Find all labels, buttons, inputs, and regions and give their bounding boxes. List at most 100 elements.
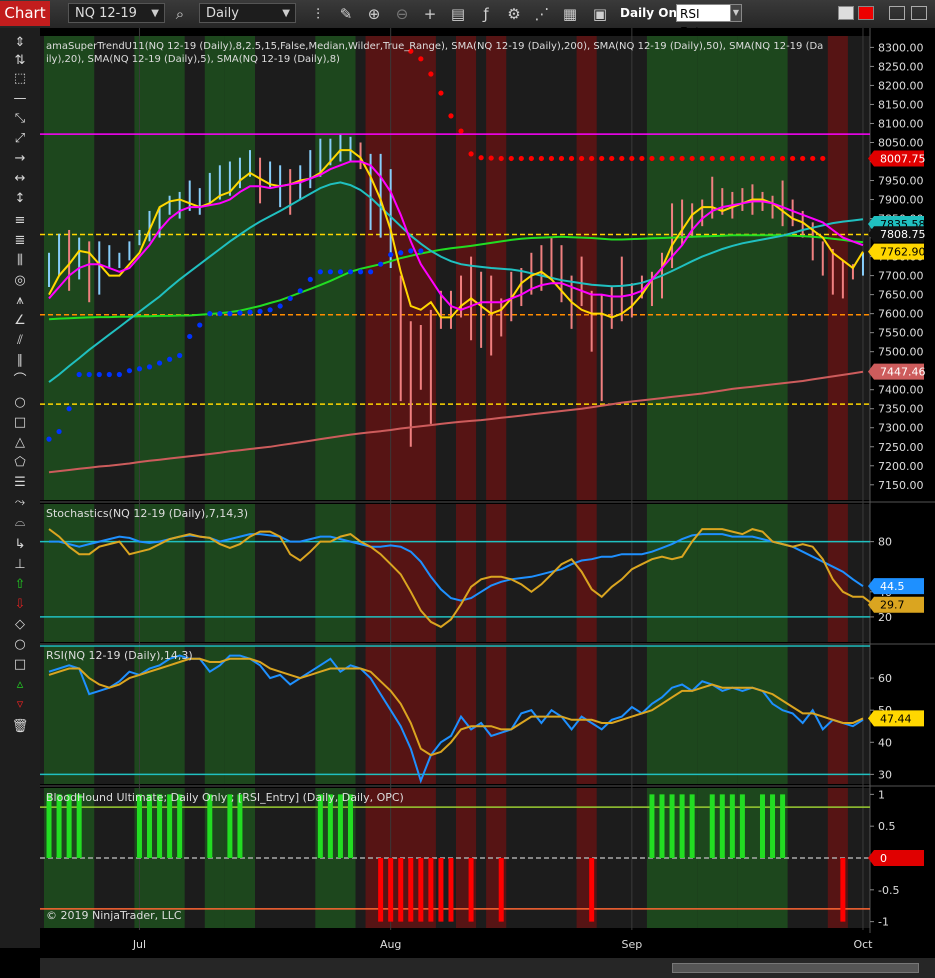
- arc-icon[interactable]: ⌒: [10, 372, 30, 390]
- fib-circle-icon[interactable]: ◎: [10, 272, 30, 290]
- line-icon[interactable]: —: [10, 90, 30, 108]
- chart-area[interactable]: Jul Aug Sep Oct 8300.00 8250.00 8200.00 8150.00…: [40, 28, 935, 958]
- arrow-up-icon[interactable]: ⇧: [10, 576, 30, 594]
- andrews-pitchfork-icon[interactable]: ⩚: [10, 292, 30, 310]
- signal-bar-short: [378, 858, 384, 922]
- y-tick-label: 1: [878, 788, 885, 801]
- signal-bar-long: [759, 794, 765, 858]
- vertical-line-icon[interactable]: ↕: [10, 190, 30, 208]
- supertrend-dot: [599, 155, 605, 162]
- restore-button[interactable]: [838, 6, 854, 20]
- y-tick-label: 7550.00: [878, 327, 924, 340]
- time-marker-icon[interactable]: ⊥: [10, 556, 30, 574]
- crosshair-icon[interactable]: +: [420, 4, 440, 24]
- fib-retracement-icon[interactable]: ≡: [10, 212, 30, 230]
- bars-icon[interactable]: ⫶: [308, 4, 328, 24]
- indicators-icon[interactable]: ƒ: [476, 4, 496, 24]
- path-tool-icon[interactable]: ↳: [10, 536, 30, 554]
- arrow-line-icon[interactable]: →: [10, 150, 30, 168]
- supertrend-dot: [267, 307, 273, 313]
- close-red-button[interactable]: [858, 6, 874, 20]
- polygon-icon[interactable]: ⬠: [10, 454, 30, 472]
- fib-time-icon[interactable]: ⫼: [10, 252, 30, 270]
- triangle-up-icon[interactable]: ▵: [10, 676, 30, 694]
- gann-fan-icon[interactable]: ∠: [10, 312, 30, 330]
- template-icon[interactable]: ⋰: [532, 4, 552, 24]
- red-zone: [456, 504, 477, 642]
- fib-extension-icon[interactable]: ≣: [10, 232, 30, 250]
- supertrend-dot: [719, 155, 725, 162]
- horizontal-scrollbar[interactable]: [672, 963, 919, 973]
- supertrend-dot: [126, 368, 133, 374]
- time-cycles-icon[interactable]: ⌓: [10, 514, 30, 532]
- grid-icon[interactable]: ▦: [560, 4, 580, 24]
- signal-bar-short: [589, 858, 595, 922]
- supertrend-dot: [167, 356, 173, 362]
- ruler-icon[interactable]: ⇕: [10, 34, 30, 52]
- title-line: ily),20), SMA(NQ 12-19 (Daily),5), SMA(N…: [46, 54, 340, 65]
- supertrend-dot: [46, 436, 52, 442]
- trash-icon[interactable]: 🗑: [10, 718, 30, 736]
- triangle-down-icon[interactable]: ▿: [10, 696, 30, 714]
- window-close-button[interactable]: [911, 6, 927, 20]
- supertrend-dot: [287, 295, 293, 302]
- signal-bar-long: [659, 794, 665, 858]
- dot-icon[interactable]: ○: [10, 636, 30, 654]
- extended-line-icon[interactable]: ⤢: [10, 130, 30, 148]
- signal-bar-short: [448, 858, 454, 922]
- snapshot-icon[interactable]: ▣: [590, 4, 610, 24]
- supertrend-dot: [388, 252, 394, 258]
- region-icon[interactable]: ⬚: [10, 70, 30, 88]
- supertrend-dot: [820, 155, 826, 162]
- y-tick-label: 8150.00: [878, 98, 924, 111]
- horizontal-line-icon[interactable]: ↔: [10, 170, 30, 188]
- x-tick-label: Oct: [853, 938, 873, 951]
- interval-selector[interactable]: Daily ▼: [199, 3, 296, 23]
- ray-icon[interactable]: ⤡: [10, 110, 30, 128]
- zoom-out-icon[interactable]: ⊖: [392, 4, 412, 24]
- signal-bar-short: [428, 858, 434, 922]
- green-zone: [315, 504, 356, 642]
- green-zone: [224, 504, 256, 642]
- green-zone: [44, 504, 95, 642]
- drawing-tools-sidebar: ⇕ ⇅ ⬚ — ⤡ ⤢ → ↔ ↕ ≡ ≣ ⫼ ◎ ⩚ ∠ ⫽ ∥ ⌒ ○ □ …: [0, 28, 40, 948]
- strategy-input[interactable]: RSI Entry: [676, 4, 732, 39]
- path-icon[interactable]: ⤳: [10, 494, 30, 512]
- zoom-in-icon[interactable]: ⊕: [364, 4, 384, 24]
- search-icon[interactable]: ⌕: [170, 4, 190, 24]
- supertrend-dot: [207, 311, 213, 317]
- maximize-button[interactable]: [889, 6, 905, 20]
- chevron-down-icon[interactable]: ▼: [730, 4, 742, 22]
- supertrend-dot: [247, 309, 253, 315]
- text-icon[interactable]: ☰: [10, 474, 30, 492]
- supertrend-dot: [347, 269, 354, 275]
- y-tick-label: 7300.00: [878, 422, 924, 435]
- supertrend-dot: [307, 276, 313, 283]
- supertrend-dot: [76, 371, 82, 378]
- diamond-icon[interactable]: ◇: [10, 616, 30, 634]
- arrow-down-icon[interactable]: ⇩: [10, 596, 30, 614]
- trend-channel-icon[interactable]: ∥: [10, 352, 30, 370]
- risk-reward-icon[interactable]: ⇅: [10, 52, 30, 70]
- ellipse-icon[interactable]: ○: [10, 394, 30, 412]
- price-label: 7762.90: [880, 246, 926, 259]
- supertrend-dot: [357, 269, 364, 275]
- y-tick-label: 7600.00: [878, 308, 924, 321]
- green-zone: [134, 36, 185, 500]
- green-zone: [697, 36, 738, 500]
- instrument-selector[interactable]: NQ 12-19 ▼: [68, 3, 165, 23]
- regression-channel-icon[interactable]: ⫽: [10, 332, 30, 350]
- draw-icon[interactable]: ✎: [336, 4, 356, 24]
- supertrend-dot: [418, 248, 424, 254]
- chart-tab[interactable]: Chart: [0, 1, 50, 26]
- green-zone: [737, 504, 788, 642]
- square-icon[interactable]: □: [10, 656, 30, 674]
- properties-icon[interactable]: ▤: [448, 4, 468, 24]
- supertrend-dot: [378, 261, 384, 267]
- strategy-icon[interactable]: ⚙: [504, 4, 524, 24]
- green-zone: [134, 504, 185, 642]
- rectangle-icon[interactable]: □: [10, 414, 30, 432]
- triangle-icon[interactable]: △: [10, 434, 30, 452]
- supertrend-dot: [96, 371, 102, 378]
- y-tick-label: 7900.00: [878, 194, 924, 207]
